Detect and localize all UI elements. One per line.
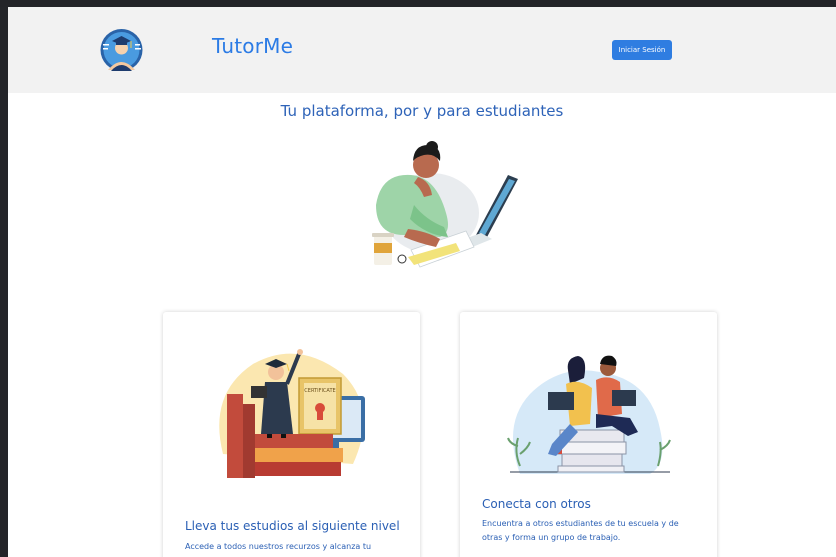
graduation-certificate-illustration-icon: CERTIFICATE — [219, 349, 365, 478]
window-frame-top — [0, 0, 836, 7]
hero-title: Tu plataforma, por y para estudiantes — [280, 102, 564, 120]
card-title: Lleva tus estudios al siguiente nivel — [185, 519, 400, 533]
page: TutorMe Iniciar Sesión Tu plataforma, po… — [8, 7, 836, 557]
feature-card-connect[interactable]: Conecta con otros Encuentra a otros estu… — [460, 312, 717, 557]
graduate-avatar-logo-icon[interactable] — [100, 26, 143, 74]
login-button[interactable]: Iniciar Sesión — [612, 40, 672, 60]
card-title: Conecta con otros — [482, 497, 591, 511]
svg-text:CERTIFICATE: CERTIFICATE — [304, 388, 335, 394]
navbar: TutorMe Iniciar Sesión — [8, 7, 836, 93]
card-text: Encuentra a otros estudiantes de tu escu… — [482, 519, 679, 542]
students-laptops-books-illustration-icon — [507, 355, 671, 474]
brand-name[interactable]: TutorMe — [212, 34, 293, 58]
card-text: Accede a todos nuestros recurzos y alcan… — [185, 542, 372, 557]
window-frame-left — [0, 7, 8, 557]
feature-card-studies[interactable]: CERTIFICATE Lleva tus estudios al siguie… — [163, 312, 420, 557]
student-laptop-illustration-icon — [372, 141, 518, 268]
